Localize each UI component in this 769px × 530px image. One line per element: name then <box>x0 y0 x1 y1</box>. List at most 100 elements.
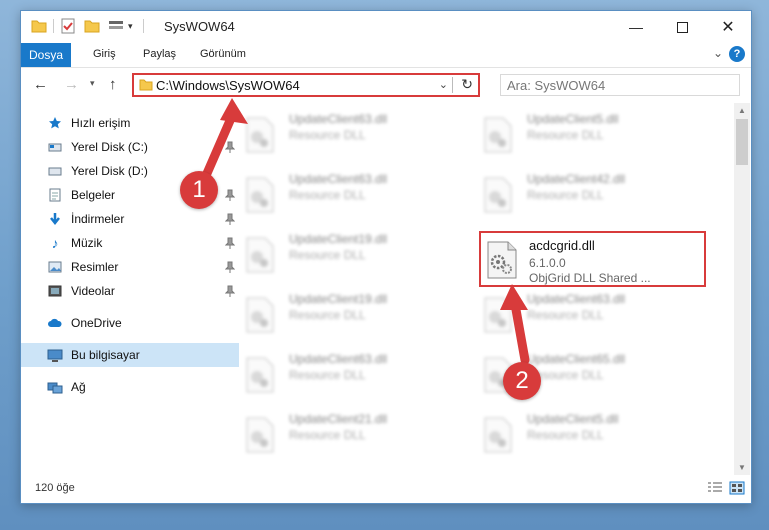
up-arrow-icon[interactable]: ↑ <box>109 76 117 93</box>
list-item[interactable]: UpdateClient65.dll Resource DLL <box>469 351 689 395</box>
divider <box>53 19 54 33</box>
list-item[interactable]: UpdateClient21.dll Resource DLL <box>231 411 451 455</box>
list-item[interactable]: UpdateClient63.dll Resource DLL <box>231 351 451 395</box>
file-name: UpdateClient21.dll <box>289 412 388 426</box>
file-name: UpdateClient5.dll <box>527 112 619 126</box>
file-name: UpdateClient63.dll <box>289 172 388 186</box>
view-options-icon[interactable] <box>108 19 124 33</box>
sidebar-item-onedrive[interactable]: OneDrive <box>21 311 239 335</box>
sidebar-item-label: Yerel Disk (C:) <box>71 140 148 154</box>
file-description: Resource DLL <box>527 188 604 202</box>
sidebar-item-videos[interactable]: Videolar <box>21 279 239 303</box>
list-item[interactable]: UpdateClient5.dll Resource DLL <box>469 111 689 155</box>
ribbon-tabs: Dosya Giriş Paylaş Görünüm ⌄ ? <box>21 43 751 68</box>
dll-file-icon <box>484 177 512 213</box>
list-item[interactable]: UpdateClient5.dll Resource DLL <box>469 411 689 455</box>
sidebar-item-network[interactable]: Ağ <box>21 375 239 399</box>
navigation-bar: ← → ▾ ↑ C:\Windows\SysWOW64 ⌄ ↻ Ara: Sys… <box>21 68 751 102</box>
tab-dosya[interactable]: Dosya <box>21 43 71 67</box>
scroll-down-icon[interactable]: ▼ <box>738 463 746 472</box>
address-path: C:\Windows\SysWOW64 <box>156 78 300 93</box>
sidebar-item-label: Videolar <box>71 284 115 298</box>
dll-file-icon <box>246 417 274 453</box>
star-icon <box>45 116 65 130</box>
help-icon[interactable]: ? <box>729 46 745 62</box>
tab-paylas[interactable]: Paylaş <box>143 48 176 60</box>
sidebar-item-label: İndirmeler <box>71 212 125 226</box>
acdcgrid-dll-file[interactable]: acdcgrid.dll 6.1.0.0 ObjGrid DLL Shared … <box>479 231 706 287</box>
maximize-button[interactable] <box>659 11 705 43</box>
file-name: UpdateClient19.dll <box>289 292 388 306</box>
file-description: Resource DLL <box>289 128 366 142</box>
dll-file-icon <box>484 117 512 153</box>
window-title: SysWOW64 <box>164 19 235 34</box>
file-description: Resource DLL <box>289 248 366 262</box>
list-item[interactable]: UpdateClient63.dll Resource DLL <box>231 171 451 215</box>
sidebar-item-pictures[interactable]: Resimler <box>21 255 239 279</box>
drive-icon <box>45 165 65 177</box>
close-button[interactable]: ✕ <box>705 11 751 43</box>
forward-arrow-icon[interactable]: → <box>64 76 79 93</box>
new-folder-icon[interactable] <box>84 19 100 33</box>
explorer-window: ▾ SysWOW64 — ✕ Dosya Giriş Paylaş Görünü… <box>20 10 752 504</box>
status-bar: 120 öğe <box>21 475 751 503</box>
list-item[interactable]: UpdateClient63.dll Resource DLL <box>469 291 689 335</box>
search-placeholder: Ara: SysWOW64 <box>507 78 606 93</box>
large-icons-view-icon[interactable] <box>729 481 745 495</box>
properties-icon[interactable] <box>60 18 76 34</box>
sidebar-item-label: OneDrive <box>71 316 122 330</box>
chevron-down-icon[interactable]: ▾ <box>128 21 133 32</box>
chevron-down-icon[interactable]: ⌄ <box>439 78 448 91</box>
recent-locations-chevron-icon[interactable]: ▾ <box>90 78 95 89</box>
sidebar-item-label: Resimler <box>71 260 119 274</box>
file-description: Resource DLL <box>527 308 604 322</box>
file-name: UpdateClient19.dll <box>289 232 388 246</box>
file-name: UpdateClient5.dll <box>527 412 619 426</box>
sidebar-item-local-disk-c[interactable]: Yerel Disk (C:) <box>21 135 239 159</box>
sidebar-item-this-pc[interactable]: Bu bilgisayar <box>21 343 239 367</box>
dll-file-icon <box>484 417 512 453</box>
address-bar[interactable]: C:\Windows\SysWOW64 ⌄ ↻ <box>132 73 480 97</box>
sidebar-item-music[interactable]: ♪ Müzik <box>21 231 239 255</box>
dll-file-icon <box>246 237 274 273</box>
expand-ribbon-icon[interactable]: ⌄ <box>713 46 723 60</box>
back-arrow-icon[interactable]: ← <box>33 76 48 93</box>
refresh-icon[interactable]: ↻ <box>461 76 473 93</box>
maximize-icon <box>676 21 688 33</box>
scroll-up-icon[interactable]: ▲ <box>738 106 746 115</box>
list-item[interactable]: UpdateClient63.dll Resource DLL <box>231 111 451 155</box>
search-input[interactable]: Ara: SysWOW64 <box>500 74 740 96</box>
sidebar-item-downloads[interactable]: İndirmeler <box>21 207 239 231</box>
file-name: UpdateClient42.dll <box>527 172 626 186</box>
file-description: Resource DLL <box>527 428 604 442</box>
list-item[interactable]: UpdateClient19.dll Resource DLL <box>231 291 451 335</box>
sidebar-item-label: Belgeler <box>71 188 116 202</box>
sidebar-item-quick-access[interactable]: Hızlı erişim <box>21 111 239 135</box>
computer-icon <box>45 349 65 362</box>
dll-file-icon <box>487 241 517 279</box>
dll-file-icon <box>246 117 274 153</box>
step-2-badge: 2 <box>503 362 541 400</box>
item-count: 120 öğe <box>35 482 75 494</box>
vertical-scrollbar[interactable]: ▲ ▼ <box>734 103 750 475</box>
list-item[interactable]: UpdateClient42.dll Resource DLL <box>469 171 689 215</box>
navigation-pane: Hızlı erişim Yerel Disk (C:) Yerel Disk … <box>21 103 239 473</box>
scrollbar-thumb[interactable] <box>736 119 748 165</box>
sidebar-item-label: Hızlı erişim <box>71 116 131 130</box>
sidebar-item-label: Bu bilgisayar <box>71 348 140 362</box>
tab-gorunum[interactable]: Görünüm <box>200 48 246 60</box>
sidebar-item-label: Yerel Disk (D:) <box>71 164 148 178</box>
step-1-badge: 1 <box>180 171 218 209</box>
divider <box>452 77 453 93</box>
network-icon <box>45 381 65 394</box>
file-name: acdcgrid.dll <box>529 238 595 253</box>
file-description: Resource DLL <box>289 188 366 202</box>
dll-file-icon <box>246 297 274 333</box>
list-item[interactable]: UpdateClient19.dll Resource DLL <box>231 231 451 275</box>
file-name: UpdateClient63.dll <box>289 112 388 126</box>
tab-giris[interactable]: Giriş <box>93 48 116 60</box>
videos-icon <box>45 285 65 297</box>
file-description: Resource DLL <box>289 308 366 322</box>
details-view-icon[interactable] <box>707 481 723 495</box>
minimize-button[interactable]: — <box>613 11 659 43</box>
